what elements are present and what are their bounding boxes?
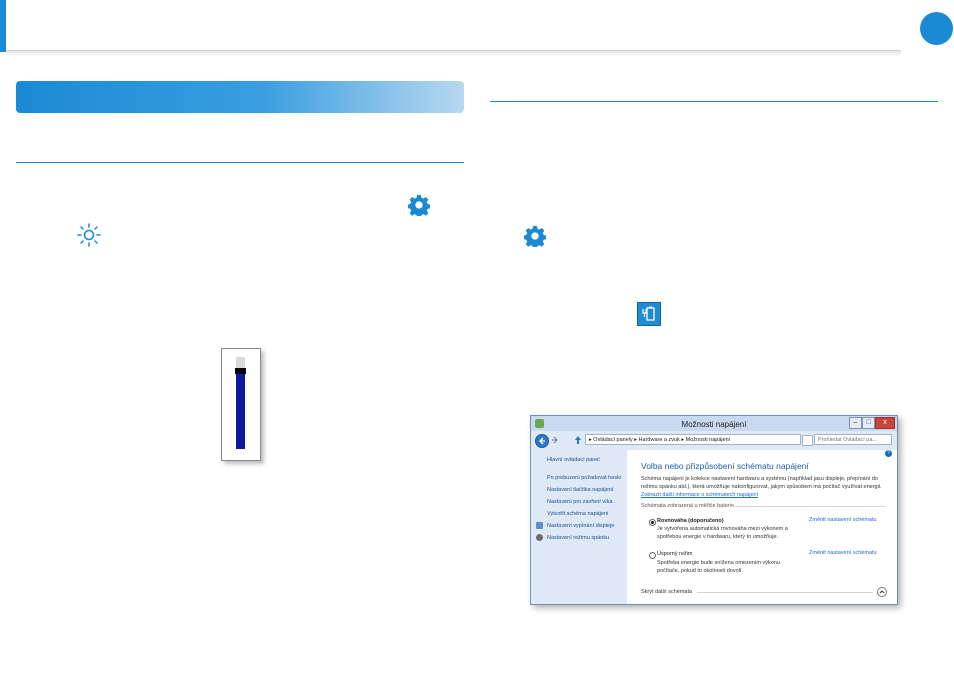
brightness-slider-thumb[interactable] [235,368,246,374]
battery-plug-icon [637,302,661,326]
navigation-bar: ▸ Ovládací panely ▸ Hardware a zvuk ▸ Mo… [531,431,897,450]
plan-balanced-radio[interactable] [649,519,656,526]
header-accent-bar [0,0,6,52]
page-number-badge [920,12,953,45]
monitor-icon [536,522,543,529]
sidebar-item-create-plan[interactable]: Vytvořit schéma napájení [547,511,609,517]
plan-balanced-description: Je vytvořena automatická rovnováha mezi … [657,526,788,540]
group-divider [727,506,885,507]
window-title: Možnosti napájení [681,420,747,429]
search-input[interactable]: Prohledat Ovládací pa... [814,434,892,445]
refresh-button[interactable] [802,435,813,446]
sidebar-item-lid-close[interactable]: Nastavení pro zavření víka [547,499,612,505]
sidebar-item-require-password[interactable]: Po probuzení požadovat heslo [547,475,621,481]
address-bar[interactable]: ▸ Ovládací panely ▸ Hardware a zvuk ▸ Mo… [585,434,801,445]
plan-power-saver-radio[interactable] [649,552,656,559]
page-heading: Volba nebo přizpůsobení schématu napájen… [641,461,809,471]
subsection-divider-right [490,101,938,102]
intro-text: Schéma napájení je kolekce nastavení har… [641,476,882,498]
section-title-bar [16,81,464,113]
intro-info-link[interactable]: Zobrazit další informace o schématech na… [641,492,758,498]
gear-icon [408,194,430,216]
sidebar-item-sleep[interactable]: Nastavení režimu spánku [547,535,609,541]
plan-balanced-name[interactable]: Rovnováha (doporučeno) [657,517,724,525]
plan-group-label: Schémata zobrazená u měřiče baterie [641,503,734,509]
plan-power-saver-change-link[interactable]: Změnit nastavení schématu [809,550,877,556]
sidebar-item-display-off[interactable]: Nastavení vypínání displeje [547,523,614,529]
brightness-slider[interactable] [235,357,246,449]
plan-power-saver-name[interactable]: Úsporný režim [657,550,692,558]
footer-divider [697,592,873,593]
header-divider [6,50,901,57]
brightness-slider-fill [236,371,245,449]
plan-balanced-change-link[interactable]: Změnit nastavení schématu [809,517,877,523]
sidebar-home-link[interactable]: Hlavní ovládací panel [547,457,600,463]
minimize-button[interactable]: – [849,417,862,429]
help-icon[interactable]: ? [885,450,892,457]
up-arrow-icon[interactable] [574,435,582,447]
chevron-up-icon[interactable] [877,587,887,597]
power-options-window: Možnosti napájení – □ x ▸ Ovládací panel… [530,415,898,605]
close-button[interactable]: x [875,417,895,429]
main-content: ? Volba nebo přizpůsobení schématu napáj… [627,450,897,604]
brightness-slider-popup [221,348,261,461]
forward-button[interactable] [551,435,561,447]
back-button[interactable] [535,434,549,448]
subsection-divider-left [16,162,464,163]
sleep-icon [536,534,543,541]
window-titlebar[interactable]: Možnosti napájení – □ x [531,416,897,431]
gear-icon [524,225,546,247]
sun-icon [76,222,102,248]
hide-plans-toggle[interactable]: Skrýt další schémata [641,588,692,596]
sidebar: Hlavní ovládací panel Po probuzení požad… [531,450,627,604]
plan-power-saver-description: Spotřeba energie bude snížena omezením v… [657,560,780,574]
maximize-button[interactable]: □ [862,417,875,429]
sidebar-item-power-button[interactable]: Nastavení tlačítka napájení [547,487,613,493]
